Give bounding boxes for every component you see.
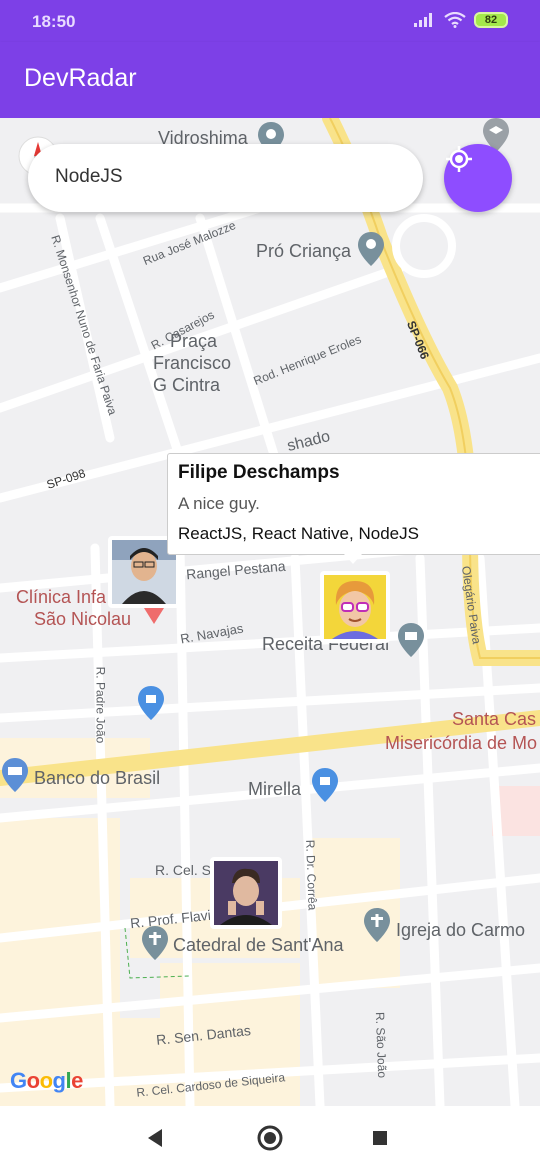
app-title: DevRadar [24,64,137,92]
app-bar: DevRadar [0,42,540,118]
map-label-santa-casa: Santa Cas [452,709,537,729]
shopping-pin-icon[interactable] [138,686,164,720]
my-location-icon [446,146,472,172]
street-padre-joao: R. Padre João [93,666,108,744]
government-pin-icon[interactable] [398,623,424,657]
street-cel-s: R. Cel. S [155,862,212,878]
signal-icon [414,13,432,27]
map-label-mirella: Mirella [248,779,302,799]
poi-pin-icon[interactable] [358,232,384,266]
church-pin-icon[interactable] [364,908,390,942]
dev-avatar-marker-selected[interactable] [320,571,390,643]
dev-bio: A nice guy. [178,494,260,513]
map-label-banco: Banco do Brasil [34,768,161,788]
street-sao-joao: R. São João [372,1011,390,1079]
dev-name: Filipe Deschamps [178,462,340,483]
search-bar[interactable] [28,144,423,212]
battery-indicator: 82 [474,12,508,28]
map-label-misericordia: Misericórdia de Mo [385,733,538,753]
map-label-clinica: Clínica Infa [16,587,107,607]
church-pin-icon[interactable] [142,926,168,960]
map-label-igreja: Igreja do Carmo [396,920,526,940]
status-icons: 82 [414,12,508,28]
back-icon[interactable] [146,1128,164,1148]
status-bar: 18:50 82 [0,0,540,42]
search-input[interactable] [55,166,395,188]
dev-avatar-marker[interactable] [210,857,282,929]
dev-callout[interactable]: Filipe Deschamps A nice guy. ReactJS, Re… [167,453,540,555]
hospital-pin-icon[interactable] [144,608,164,626]
google-logo: Google [10,1068,83,1093]
system-nav-bar [0,1106,540,1170]
bank-pin-icon[interactable] [2,758,28,792]
street-dr-correa: R. Dr. Corrêa [303,839,320,911]
my-location-button[interactable] [444,144,512,212]
status-time: 18:50 [32,12,76,31]
avatar-photo [214,861,278,925]
avatar-cartoon [324,575,386,639]
recents-icon[interactable] [372,1130,388,1146]
wifi-icon [444,12,466,28]
map-label-sao-nicolau: São Nicolau [34,609,132,629]
callout-tail [344,554,362,564]
map-label-g-cintra: G Cintra [153,375,221,395]
shopping-pin-icon[interactable] [312,768,338,802]
map-label-pro-crianca: Pró Criança [256,241,352,261]
map-label-francisco: Francisco [153,353,232,373]
home-icon[interactable] [256,1124,284,1152]
dev-techs: ReactJS, React Native, NodeJS [178,524,419,543]
map-view[interactable]: Vidroshima Pró Criança Praça Francisco G… [0,118,540,1106]
map-label-catedral: Catedral de Sant'Ana [173,935,344,955]
